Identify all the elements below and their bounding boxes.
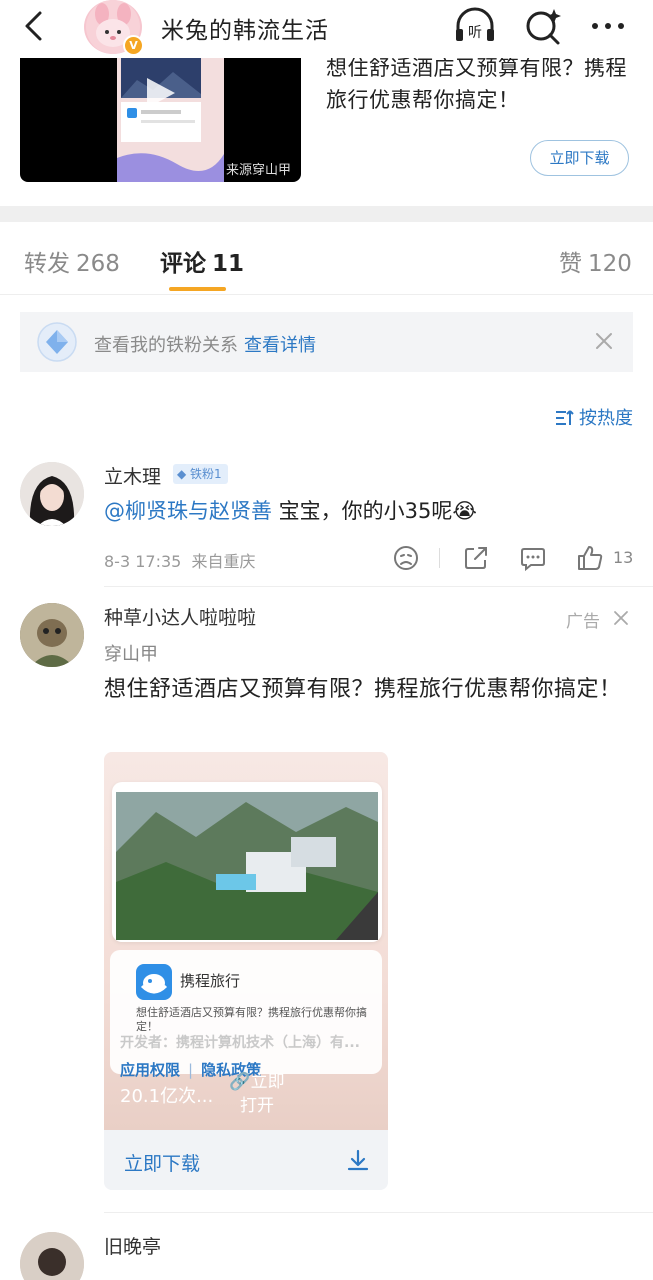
- link-icon: 🔗: [229, 1072, 251, 1092]
- ad-download-bar[interactable]: 立即下载: [104, 1130, 388, 1190]
- comment-time: 8-3 17:35: [104, 552, 182, 571]
- ad-app-card[interactable]: 携程旅行 想住舒适酒店又预算有限？携程旅行优惠帮你搞定！ 开发者：携程计算机技术…: [104, 752, 388, 1190]
- more-dots-icon[interactable]: [586, 6, 630, 46]
- fan-relation-text: 查看我的铁粉关系 查看详情: [94, 331, 316, 357]
- ad-video-thumbnail[interactable]: 来源穿山甲: [20, 58, 301, 182]
- fan-banner-label: 查看我的铁粉关系: [94, 335, 238, 356]
- tab-label: 评论: [160, 251, 206, 277]
- tab-count: 120: [588, 251, 632, 277]
- account-name[interactable]: 米兔的韩流生活: [161, 11, 329, 45]
- fan-badge-label: 铁粉1: [190, 467, 222, 481]
- diamond-badge-icon: [37, 322, 77, 362]
- reply-comment-icon[interactable]: [519, 544, 547, 572]
- hotel-photo: [116, 792, 378, 940]
- sort-by-heat[interactable]: 按热度: [555, 404, 633, 430]
- tab-label: 转发: [24, 251, 70, 277]
- tab-count: 268: [76, 251, 120, 277]
- share-icon[interactable]: [462, 544, 490, 572]
- like-count: 13: [613, 548, 634, 567]
- app-description: 想住舒适酒店又预算有限？携程旅行优惠帮你搞定！: [136, 1006, 367, 1033]
- comment-meta: 8-3 17:35 来自重庆: [104, 548, 256, 572]
- post-ad-card[interactable]: 来源穿山甲 想住舒适酒店又预算有限？携程旅行优惠帮你搞定！ 立即下载: [0, 56, 653, 206]
- search-sparkle-icon[interactable]: [521, 6, 565, 46]
- comment-username[interactable]: 立木理: [104, 462, 161, 489]
- ctrip-app-icon: [136, 964, 172, 1000]
- verified-badge: V: [123, 35, 144, 56]
- ad-username[interactable]: 种草小达人啦啦啦: [104, 603, 256, 630]
- ad-label: 广告: [566, 612, 600, 632]
- comment-divider: [104, 586, 653, 587]
- app-developer: 开发者：携程计算机技术（上海）有...: [120, 1035, 360, 1051]
- tab-comments[interactable]: 评论 11: [160, 244, 244, 278]
- tab-count: 11: [212, 251, 245, 277]
- mention-link[interactable]: @柳贤珠与赵贤善: [104, 499, 272, 523]
- download-button[interactable]: 立即下载: [530, 140, 629, 176]
- ad-source: 穿山甲: [104, 644, 158, 665]
- comment-body: 宝宝，你的小35呢😭: [272, 499, 477, 523]
- comment-username[interactable]: 旧晚亭: [104, 1232, 161, 1259]
- dislike-face-icon[interactable]: [392, 544, 420, 572]
- avatar[interactable]: [20, 603, 84, 667]
- download-label: 立即下载: [124, 1153, 201, 1175]
- avatar[interactable]: [20, 1232, 84, 1280]
- view-details-link[interactable]: 查看详情: [244, 335, 316, 356]
- tab-likes[interactable]: 赞 120: [559, 244, 632, 278]
- ad-source-label: 来源穿山甲: [225, 163, 291, 178]
- ad-text[interactable]: 想住舒适酒店又预算有限？携程旅行优惠帮你搞定！: [104, 672, 634, 708]
- ad-headline[interactable]: 想住舒适酒店又预算有限？携程旅行优惠帮你搞定！: [326, 52, 636, 116]
- like-thumb-icon[interactable]: [576, 544, 604, 572]
- fan-level-badge: ◆ 铁粉1: [173, 464, 228, 484]
- video-phone-preview: [117, 58, 224, 182]
- fan-relation-banner[interactable]: 查看我的铁粉关系 查看详情: [20, 312, 633, 372]
- download-icon: [347, 1149, 369, 1171]
- action-separator: [439, 548, 440, 568]
- back-arrow-icon[interactable]: [18, 9, 52, 43]
- install-count: 20.1亿次...: [120, 1086, 214, 1107]
- detail-tabs: 转发 268 评论 11 赞 120: [0, 222, 653, 295]
- app-name: 携程旅行: [180, 972, 241, 990]
- close-icon[interactable]: [593, 330, 615, 352]
- open-app-button[interactable]: 🔗立即打开: [222, 1070, 292, 1118]
- tab-reposts[interactable]: 转发 268: [24, 244, 120, 278]
- section-divider: [0, 206, 653, 222]
- comment-text: @柳贤珠与赵贤善 宝宝，你的小35呢😭: [104, 495, 477, 525]
- comment-divider: [104, 1212, 653, 1213]
- top-bar: V 米兔的韩流生活 听: [0, 0, 653, 58]
- sort-label: 按热度: [579, 408, 633, 429]
- avatar[interactable]: [20, 462, 84, 526]
- tab-label: 赞: [559, 251, 582, 277]
- headphones-listen-icon[interactable]: 听: [453, 6, 497, 46]
- app-permissions-link[interactable]: 应用权限: [120, 1061, 180, 1079]
- comment-location: 来自重庆: [191, 552, 256, 571]
- sort-icon: [556, 410, 574, 425]
- svg-text:听: 听: [468, 25, 482, 41]
- close-icon[interactable]: [612, 609, 630, 627]
- active-tab-indicator: [169, 287, 226, 291]
